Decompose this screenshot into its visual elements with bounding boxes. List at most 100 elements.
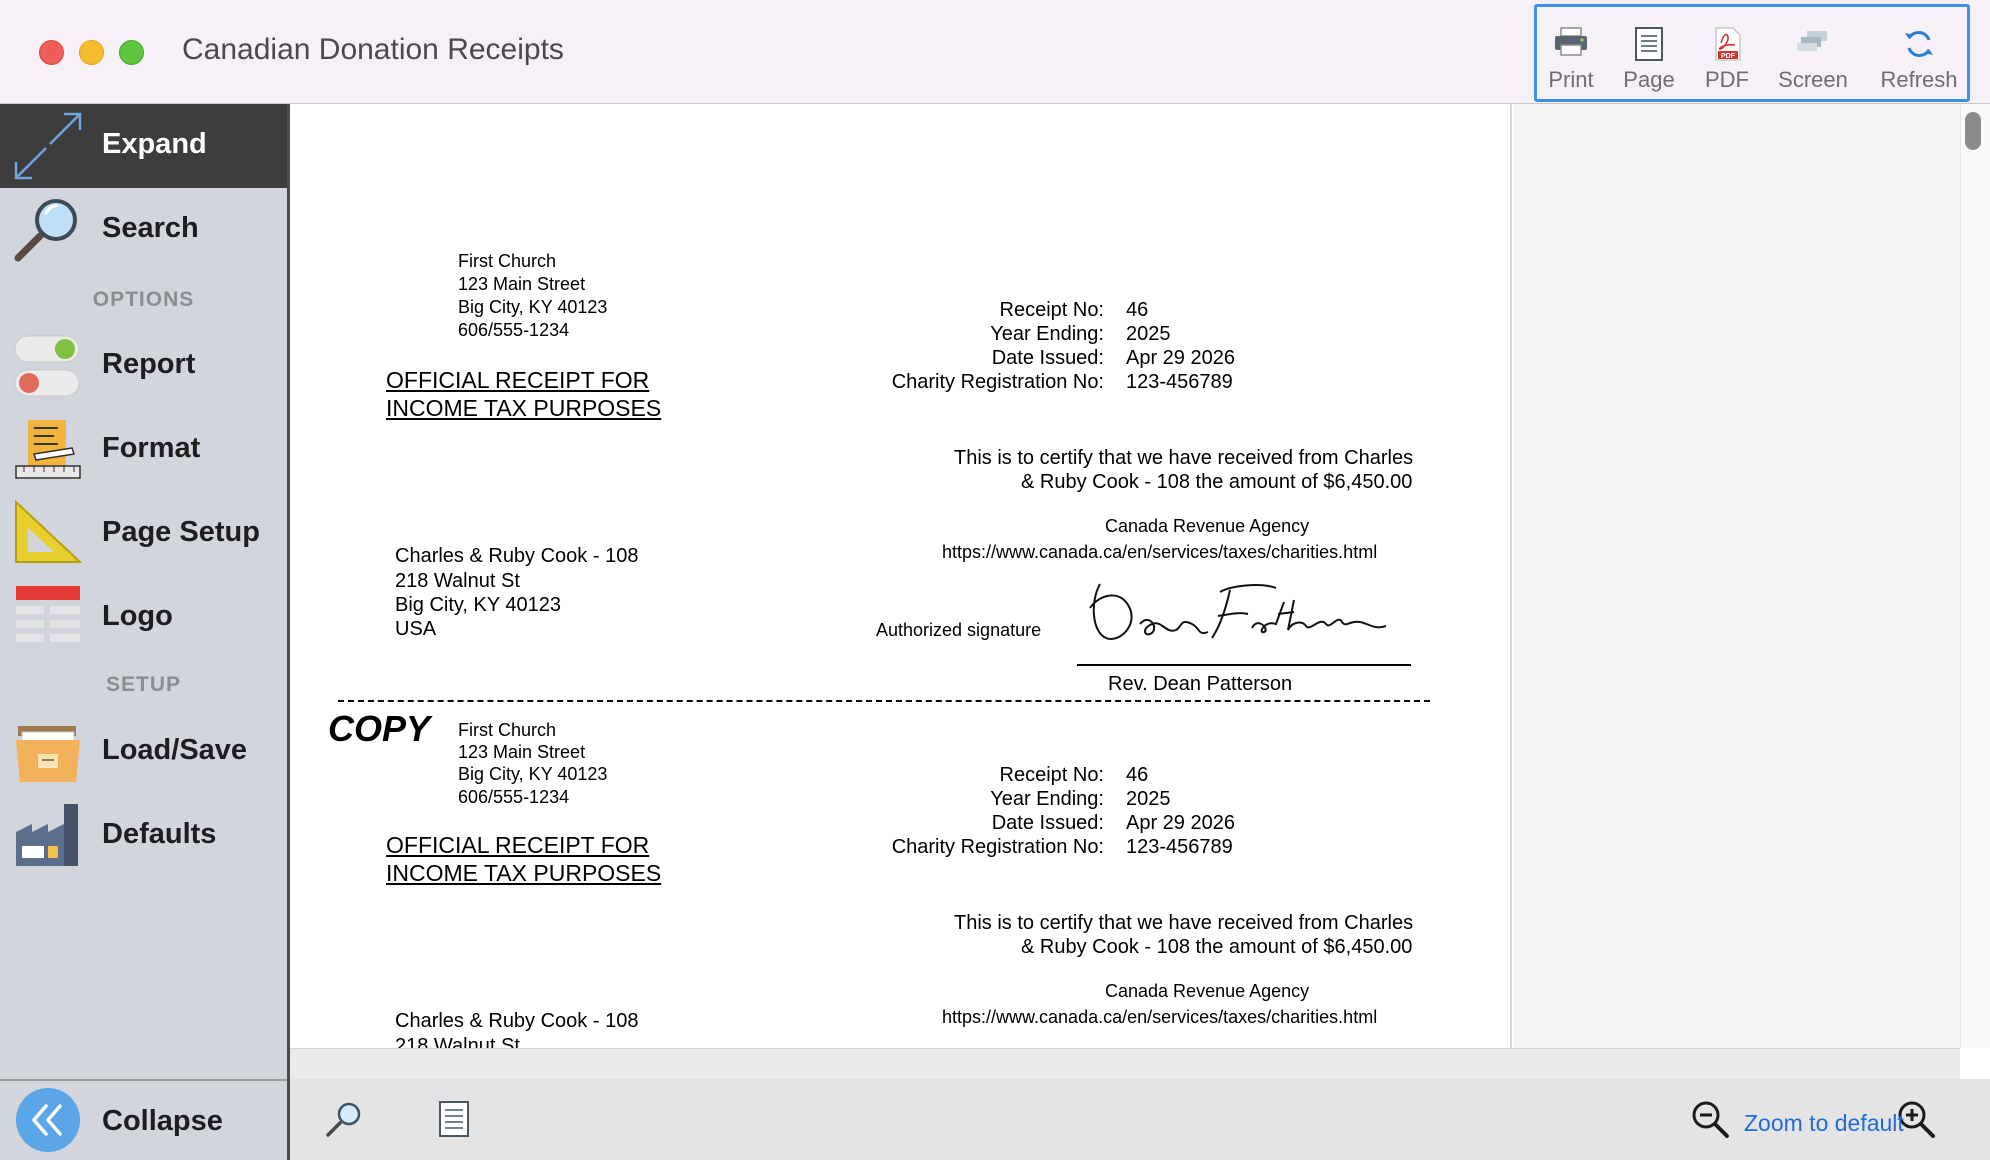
church-phone: 606/555-1234 <box>458 320 570 340</box>
logo-template-icon <box>16 586 80 642</box>
pdf-button[interactable]: PDF PDF <box>1693 7 1761 99</box>
copy-agency-url: https://www.canada.ca/en/services/taxes/… <box>942 1007 1378 1027</box>
receipt-heading-line2: INCOME TAX PURPOSES <box>386 395 662 421</box>
receipt-no-value: 46 <box>1126 299 1149 321</box>
report-preview: First Church 123 Main Street Big City, K… <box>290 104 1990 1048</box>
copy-certify-line1: This is to certify that we have received… <box>954 912 1414 934</box>
copy-agency-name: Canada Revenue Agency <box>1105 981 1310 1001</box>
date-issued-value: Apr 29 2026 <box>1126 347 1235 369</box>
sidebar-item-load-save[interactable]: Load/Save <box>0 710 287 794</box>
close-window-button[interactable] <box>39 40 64 65</box>
page-label: Page <box>1623 67 1675 92</box>
donor-city: Big City, KY 40123 <box>395 594 562 616</box>
copy-church-street: 123 Main Street <box>458 742 586 762</box>
certify-line2: & Ruby Cook - 108 the amount of $6,450.0… <box>1021 471 1413 493</box>
copy-heading-line1: OFFICIAL RECEIPT FOR <box>386 832 650 858</box>
expand-arrows-icon <box>14 112 82 180</box>
copy-heading-line2: INCOME TAX PURPOSES <box>386 860 662 886</box>
toggle-switches-icon <box>14 335 80 397</box>
copy-date-issued-label: Date Issued: <box>991 812 1104 834</box>
collapse-button[interactable] <box>16 1088 80 1152</box>
copy-charity-reg-label: Charity Registration No: <box>891 836 1104 858</box>
tear-off-line <box>338 700 1430 702</box>
pdf-icon-text: PDF <box>1721 53 1736 60</box>
vertical-scrollbar[interactable] <box>1960 104 1990 1048</box>
zoom-window-button[interactable] <box>119 40 144 65</box>
church-name: First Church <box>458 251 557 271</box>
zoom-out-icon[interactable] <box>1690 1099 1730 1139</box>
sidebar-item-report[interactable]: Report <box>0 324 287 408</box>
preview-gutter <box>1514 104 1984 1048</box>
receipt-no-label: Receipt No: <box>999 299 1105 321</box>
copy-receipt-no-label: Receipt No: <box>999 764 1105 786</box>
page-button[interactable]: Page <box>1609 7 1689 99</box>
sidebar-item-logo[interactable]: Logo <box>0 576 287 660</box>
sidebar-item-label: Expand <box>102 128 207 160</box>
pdf-icon: PDF <box>1715 27 1741 61</box>
copy-donor-street: 218 Walnut St <box>395 1035 520 1048</box>
sidebar-item-label: Defaults <box>102 818 217 850</box>
charity-reg-value: 123-456789 <box>1126 371 1233 393</box>
signer-name: Rev. Dean Patterson <box>1108 673 1293 695</box>
sidebar-item-search[interactable]: Search <box>0 188 287 272</box>
copy-church-name: First Church <box>458 720 557 740</box>
printer-icon <box>1555 27 1587 56</box>
page-icon <box>1635 27 1663 61</box>
sidebar-item-label: Format <box>102 432 201 464</box>
bottom-bar <box>290 1079 1990 1160</box>
sidebar-item-label: Load/Save <box>102 734 248 766</box>
copy-church-city: Big City, KY 40123 <box>458 764 608 784</box>
sidebar-item-expand[interactable]: Expand <box>0 104 287 188</box>
agency-name: Canada Revenue Agency <box>1105 516 1310 536</box>
sidebar-item-label: Page Setup <box>102 516 260 548</box>
file-box-icon <box>16 726 80 782</box>
refresh-icon <box>1905 31 1933 57</box>
copy-church-phone: 606/555-1234 <box>458 787 570 807</box>
copy-stamp: COPY <box>328 708 431 749</box>
pdf-label: PDF <box>1705 67 1749 92</box>
format-ruler-icon <box>15 420 81 479</box>
screen-icon <box>1797 31 1827 51</box>
signature-rule <box>1077 664 1411 666</box>
year-ending-label: Year Ending: <box>990 323 1104 345</box>
copy-year-ending-value: 2025 <box>1126 788 1171 810</box>
copy-donor-name: Charles & Ruby Cook - 108 <box>395 1010 639 1032</box>
agency-url: https://www.canada.ca/en/services/taxes/… <box>942 542 1378 562</box>
church-street: 123 Main Street <box>458 274 586 294</box>
sidebar-item-page-setup[interactable]: Page Setup <box>0 492 287 576</box>
screen-button[interactable]: Screen <box>1765 7 1861 99</box>
collapse-label[interactable]: Collapse <box>102 1105 223 1138</box>
horizontal-scrollbar[interactable] <box>290 1048 1960 1079</box>
sidebar-item-label: Logo <box>102 600 173 632</box>
minimize-window-button[interactable] <box>79 40 104 65</box>
output-toolbar: Print Page PDF PDF Screen Refresh <box>1534 4 1970 102</box>
double-chevron-left-icon <box>32 1104 62 1136</box>
church-city: Big City, KY 40123 <box>458 297 608 317</box>
screen-label: Screen <box>1778 67 1848 92</box>
sidebar-item-format[interactable]: Format <box>0 408 287 492</box>
find-icon[interactable] <box>324 1099 364 1139</box>
print-label: Print <box>1548 67 1594 92</box>
receipt-heading-line1: OFFICIAL RECEIPT FOR <box>386 367 650 393</box>
page-view-icon[interactable] <box>434 1099 474 1139</box>
sidebar-item-label: Report <box>102 348 196 380</box>
certify-line1: This is to certify that we have received… <box>954 447 1414 469</box>
sidebar-item-defaults[interactable]: Defaults <box>0 794 287 878</box>
print-button[interactable]: Print <box>1537 7 1605 99</box>
title-bar: Canadian Donation Receipts Print Page PD… <box>0 0 1990 104</box>
refresh-button[interactable]: Refresh <box>1871 7 1967 99</box>
copy-date-issued-value: Apr 29 2026 <box>1126 812 1235 834</box>
setup-section-header: SETUP <box>105 673 181 696</box>
copy-certify-line2: & Ruby Cook - 108 the amount of $6,450.0… <box>1021 936 1413 958</box>
donor-name: Charles & Ruby Cook - 108 <box>395 545 639 567</box>
collapse-area: Collapse <box>0 1079 287 1160</box>
refresh-label: Refresh <box>1880 67 1958 92</box>
copy-receipt-no-value: 46 <box>1126 764 1149 786</box>
set-square-icon <box>15 500 82 563</box>
signature-label: Authorized signature <box>876 620 1042 640</box>
factory-icon <box>16 804 78 866</box>
date-issued-label: Date Issued: <box>991 347 1104 369</box>
vertical-scroll-thumb[interactable] <box>1965 112 1981 150</box>
zoom-to-default-link[interactable]: Zoom to default <box>1744 1110 1904 1137</box>
charity-reg-label: Charity Registration No: <box>891 371 1104 393</box>
